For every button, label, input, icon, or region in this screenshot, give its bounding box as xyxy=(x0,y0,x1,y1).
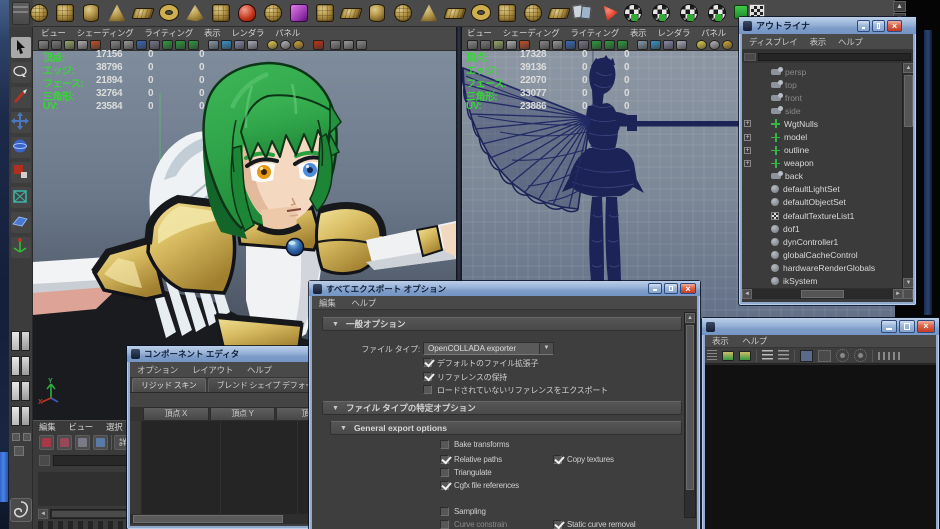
svg-text:Y: Y xyxy=(48,378,53,385)
svg-text:X: X xyxy=(38,399,43,404)
